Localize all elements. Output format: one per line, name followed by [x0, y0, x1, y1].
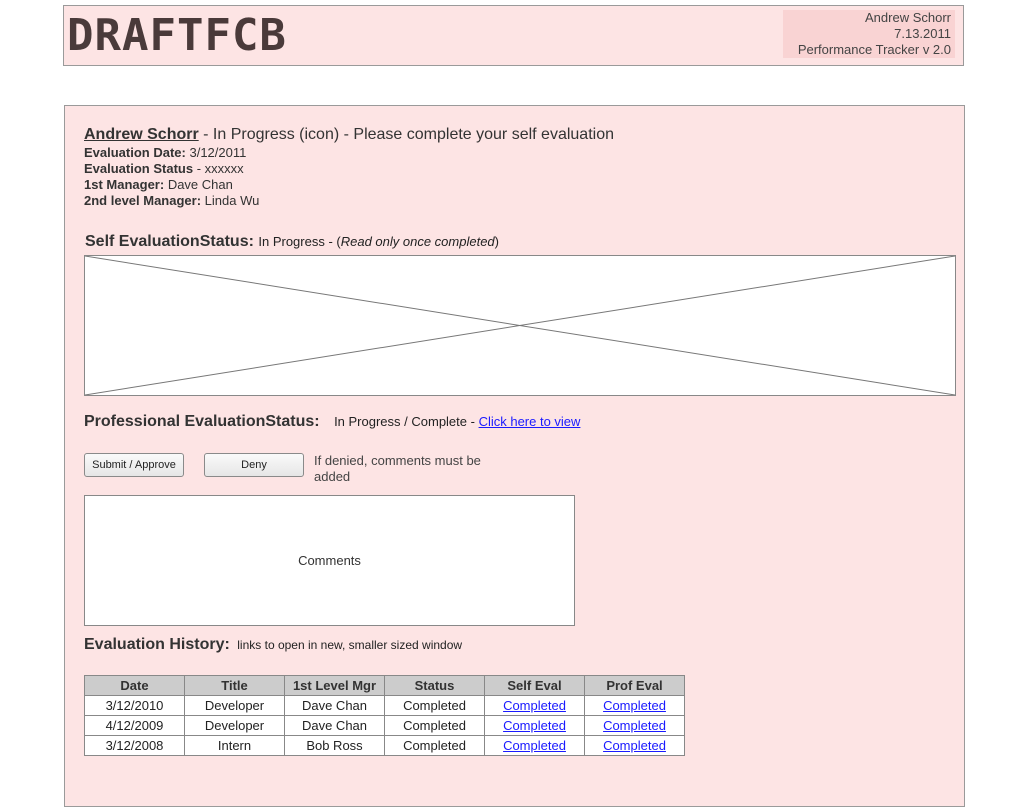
cell-manager: Dave Chan	[284, 695, 385, 716]
table-header-row: Date Title 1st Level Mgr Status Self Eva…	[84, 675, 685, 696]
manager1-value: Dave Chan	[164, 177, 233, 192]
professional-evaluation-status: Professional EvaluationStatus: In Progre…	[84, 413, 580, 431]
evaluation-history-note: links to open in new, smaller sized wind…	[237, 638, 463, 652]
cell-title: Developer	[184, 695, 285, 716]
cell-self-eval: Completed	[484, 715, 585, 736]
placeholder-cross-icon	[84, 255, 956, 396]
deny-button[interactable]: Deny	[204, 453, 304, 477]
cell-date: 3/12/2008	[84, 735, 185, 756]
cell-manager: Dave Chan	[284, 715, 385, 736]
header-date: 7.13.2011	[894, 26, 951, 41]
cell-date: 4/12/2009	[84, 715, 185, 736]
column-header-prof-eval: Prof Eval	[584, 675, 685, 696]
cell-manager: Bob Ross	[284, 735, 385, 756]
cell-date: 3/12/2010	[84, 695, 185, 716]
comments-textarea[interactable]: Comments	[84, 495, 575, 626]
header-user-name: Andrew Schorr	[865, 10, 951, 25]
employee-status-line: - In Progress (icon) - Please complete y…	[198, 126, 614, 143]
professional-evaluation-status-text: In Progress / Complete - Click here to v…	[334, 414, 581, 429]
table-row: 4/12/2009 Developer Dave Chan Completed …	[84, 715, 685, 736]
header-app-version: Performance Tracker v 2.0	[797, 42, 951, 57]
manager2-value: Linda Wu	[201, 193, 260, 208]
comments-placeholder: Comments	[298, 553, 361, 568]
manager1-label: 1st Manager:	[84, 177, 165, 192]
column-header-date: Date	[84, 675, 185, 696]
view-professional-evaluation-link[interactable]: Click here to view	[479, 414, 581, 429]
cell-status: Completed	[384, 715, 485, 736]
column-header-title: Title	[184, 675, 285, 696]
self-eval-link[interactable]: Completed	[503, 698, 566, 713]
evaluation-status-label: Evaluation Status	[84, 161, 194, 176]
submit-approve-button[interactable]: Submit / Approve	[84, 453, 184, 477]
cell-title: Developer	[184, 715, 285, 736]
evaluation-date-row: Evaluation Date: 3/12/2011	[84, 145, 259, 161]
company-logo: DRAFTFCB	[67, 10, 287, 61]
column-header-manager: 1st Level Mgr	[284, 675, 385, 696]
self-eval-link[interactable]: Completed	[503, 738, 566, 753]
evaluation-status-row: Evaluation Status - xxxxxx	[84, 161, 259, 177]
cell-self-eval: Completed	[484, 695, 585, 716]
prof-eval-link[interactable]: Completed	[603, 698, 666, 713]
evaluation-panel: Andrew Schorr - In Progress (icon) - Ple…	[64, 105, 965, 807]
cell-title: Intern	[184, 735, 285, 756]
cell-prof-eval: Completed	[584, 735, 685, 756]
cell-prof-eval: Completed	[584, 715, 685, 736]
cell-status: Completed	[384, 695, 485, 716]
manager2-row: 2nd level Manager: Linda Wu	[84, 193, 259, 209]
employee-heading: Andrew Schorr - In Progress (icon) - Ple…	[84, 126, 614, 144]
employee-name-link[interactable]: Andrew Schorr	[84, 126, 199, 143]
employee-info: Evaluation Date: 3/12/2011 Evaluation St…	[84, 145, 259, 209]
table-row: 3/12/2010 Developer Dave Chan Completed …	[84, 695, 685, 716]
table-row: 3/12/2008 Intern Bob Ross Completed Comp…	[84, 735, 685, 756]
self-eval-link[interactable]: Completed	[503, 718, 566, 733]
self-evaluation-note: Read only once completed	[340, 234, 495, 249]
evaluation-history-table: Date Title 1st Level Mgr Status Self Eva…	[84, 675, 685, 756]
column-header-status: Status	[384, 675, 485, 696]
cell-status: Completed	[384, 735, 485, 756]
manager2-label: 2nd level Manager:	[84, 193, 202, 208]
self-evaluation-label: Self EvaluationStatus:	[85, 233, 254, 250]
prof-eval-link[interactable]: Completed	[603, 738, 666, 753]
professional-evaluation-label: Professional EvaluationStatus:	[84, 413, 320, 430]
header-user-info: Andrew Schorr 7.13.2011 Performance Trac…	[783, 10, 955, 58]
cell-self-eval: Completed	[484, 735, 585, 756]
self-evaluation-status: Self EvaluationStatus: In Progress - (Re…	[85, 233, 499, 251]
prof-eval-link[interactable]: Completed	[603, 718, 666, 733]
self-evaluation-status-text: In Progress - (Read only once completed)	[258, 234, 500, 249]
cell-prof-eval: Completed	[584, 695, 685, 716]
deny-note: If denied, comments must be added	[314, 453, 481, 484]
evaluation-date-label: Evaluation Date:	[84, 145, 186, 160]
manager1-row: 1st Manager: Dave Chan	[84, 177, 259, 193]
app-header: DRAFTFCB Andrew Schorr 7.13.2011 Perform…	[63, 5, 964, 66]
self-evaluation-placeholder-image	[84, 255, 956, 396]
evaluation-date-value: 3/12/2011	[185, 145, 247, 160]
column-header-self-eval: Self Eval	[484, 675, 585, 696]
evaluation-status-value: - xxxxxx	[193, 161, 244, 176]
evaluation-history-label: Evaluation History:	[84, 636, 230, 653]
evaluation-history-heading: Evaluation History: links to open in new…	[84, 636, 462, 654]
